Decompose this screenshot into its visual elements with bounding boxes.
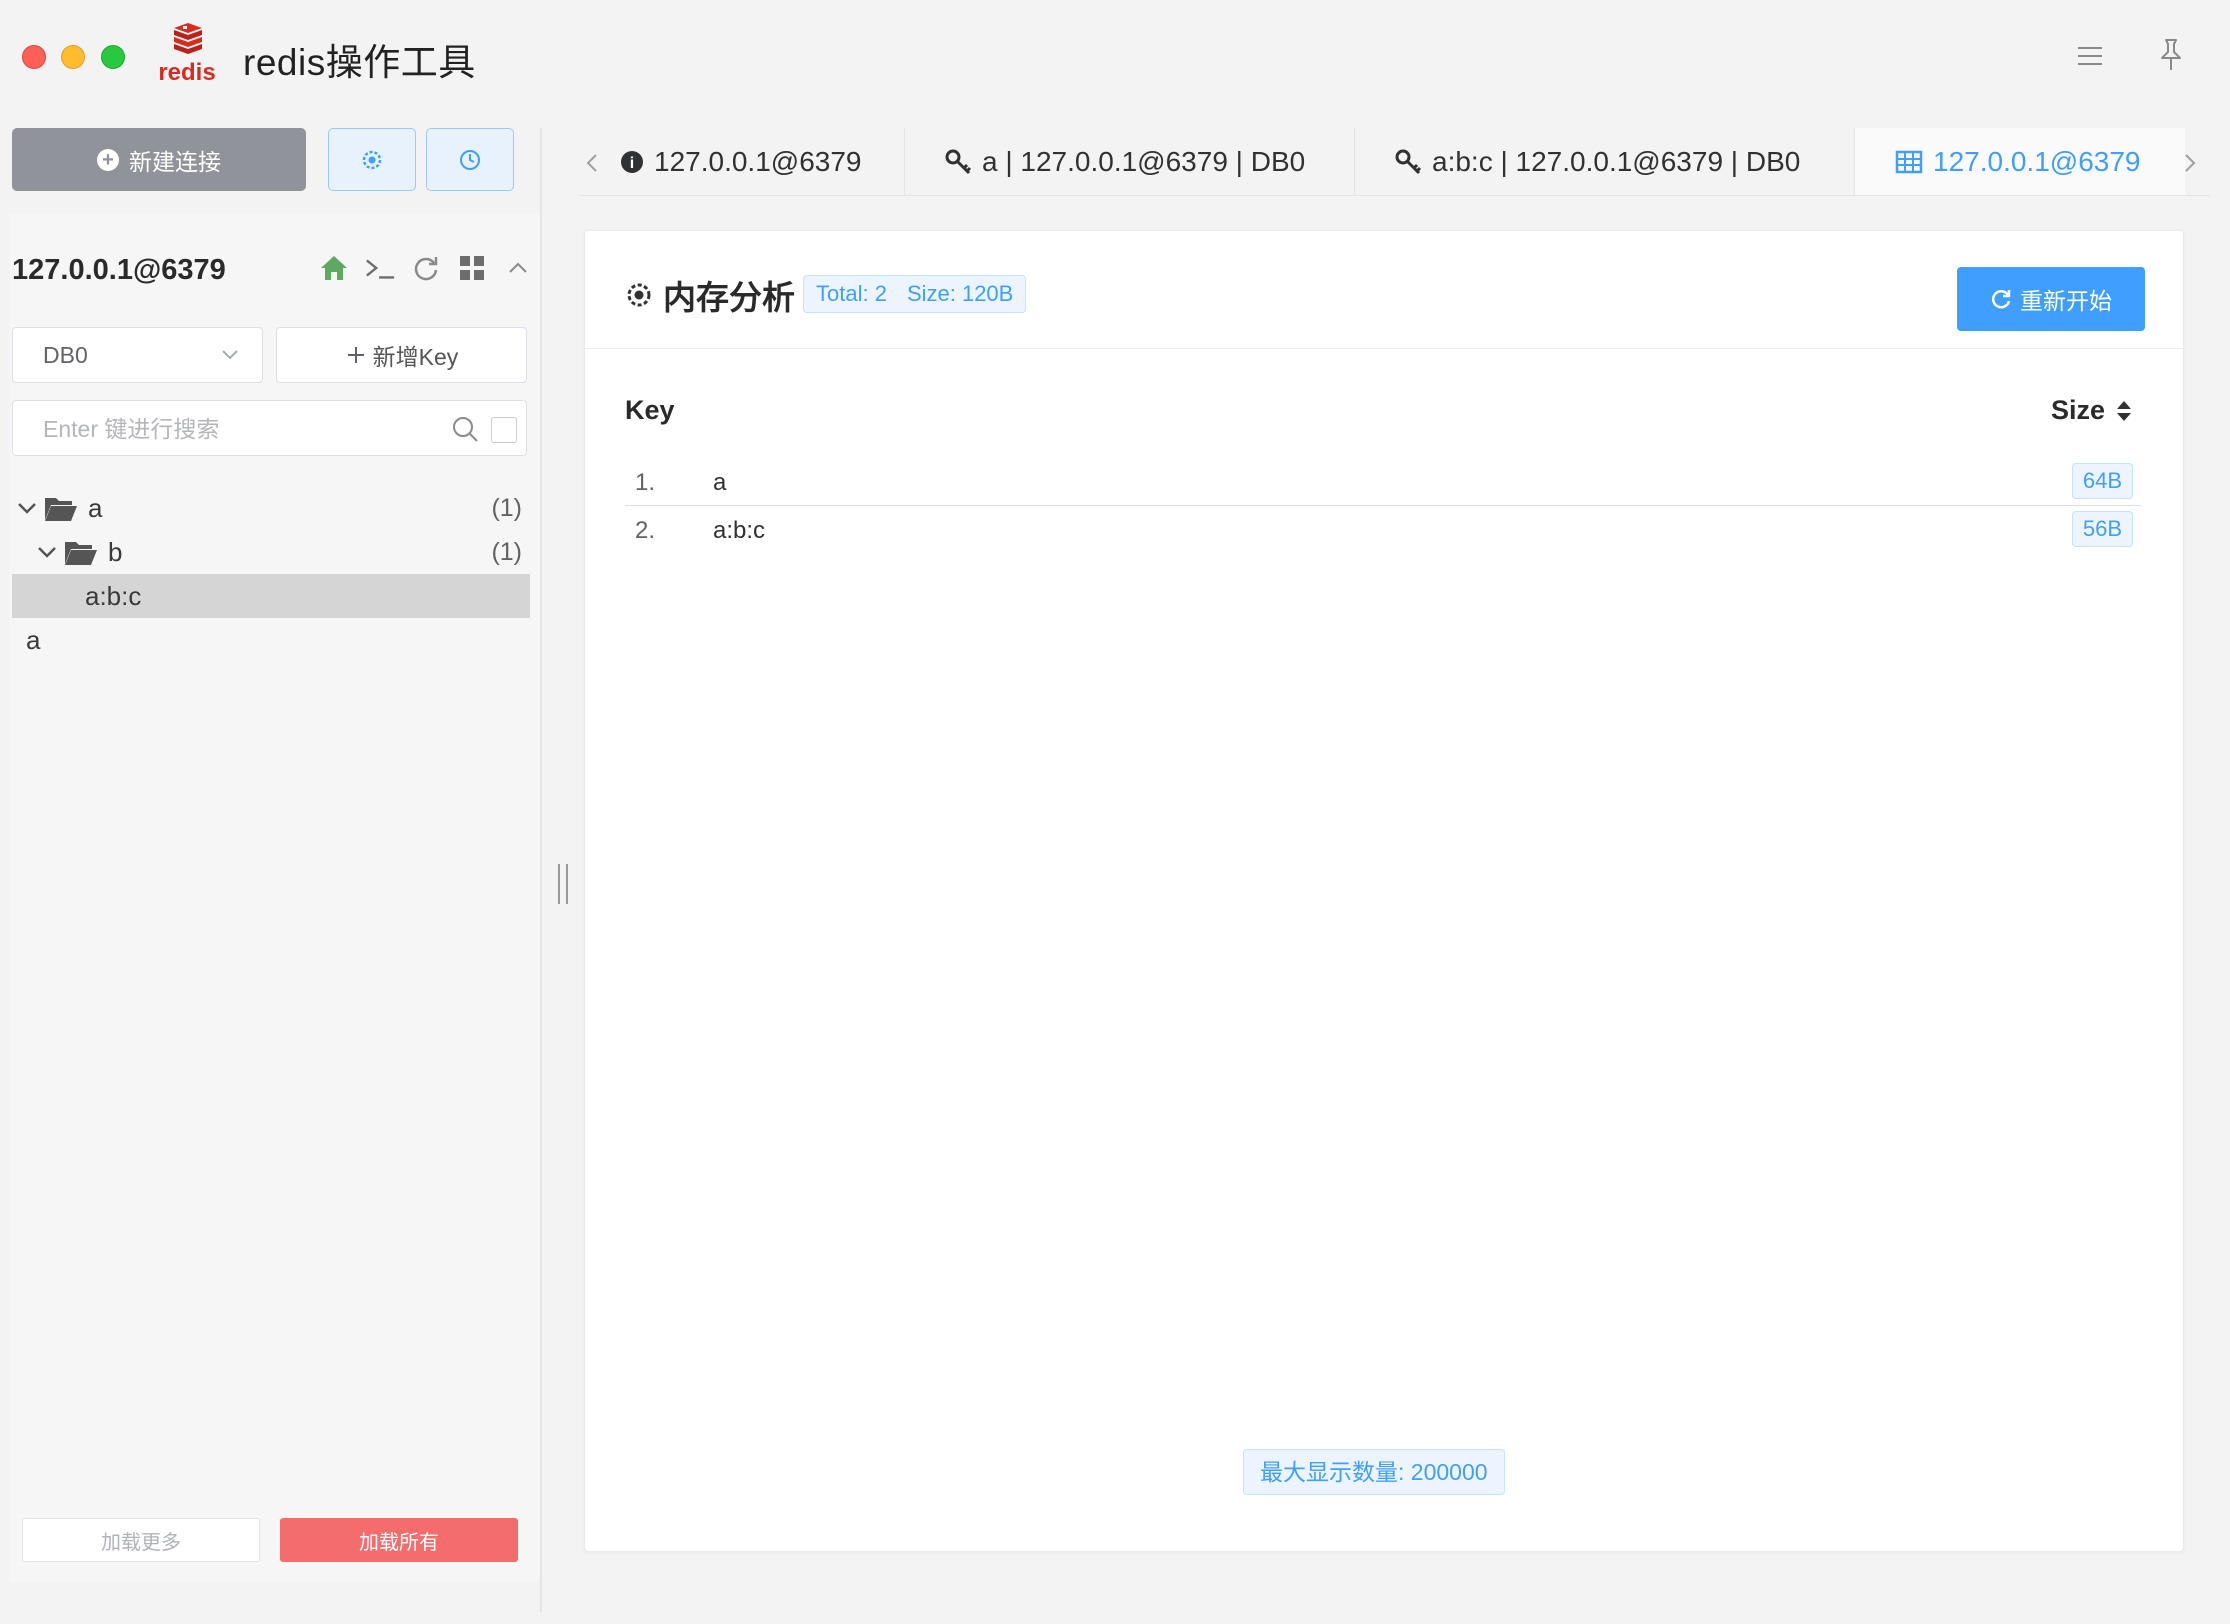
db-select-value: DB0 [43,342,88,368]
new-connection-label: 新建连接 [129,148,221,175]
app-title: redis操作工具 [243,42,476,83]
sort-icon[interactable] [2115,399,2133,423]
tab-label: 127.0.0.1@6379 [1933,146,2141,177]
load-all-button[interactable]: 加载所有 [280,1518,518,1562]
hamburger-menu-icon[interactable] [2074,40,2106,72]
card-header: 内存分析 Total: 2 Size: 120B 重新开始 [585,231,2185,349]
chevron-up-icon[interactable] [502,252,534,284]
connection-name[interactable]: 127.0.0.1@6379 [12,254,226,287]
minimize-window-button[interactable] [61,45,85,69]
table-row[interactable]: 2. a:b:c 56B [625,507,2141,553]
refresh-icon [1991,290,2011,309]
row-index: 1. [635,469,656,496]
add-key-button[interactable]: 新增Key [276,327,527,383]
column-header-size[interactable]: Size [2051,395,2133,426]
folder-open-icon [65,542,97,565]
table-icon [1895,150,1923,174]
row-key: a [713,469,727,496]
tab-label: a | 127.0.0.1@6379 | DB0 [982,146,1306,177]
tab-divider [904,128,905,195]
connection-toolbar [318,252,534,284]
maximize-window-button[interactable] [101,45,125,69]
card-title-text: 内存分析 [663,279,795,316]
clock-icon [460,149,480,170]
gear-icon [362,150,382,169]
tree-item-count: (1) [491,493,522,522]
tab-bar: i 127.0.0.1@6379 a | 127.0.0.1@6379 | DB… [580,128,2210,196]
close-window-button[interactable] [22,45,46,69]
info-icon: i [621,151,643,173]
chevron-down-icon[interactable] [16,497,38,519]
pin-icon[interactable] [2154,36,2188,74]
gear-icon [627,283,651,307]
row-size-tag: 64B [2071,463,2133,499]
grid-icon[interactable] [456,252,488,284]
refresh-icon[interactable] [410,252,442,284]
tab-connection-info[interactable]: i 127.0.0.1@6379 [620,128,862,195]
sidebar-divider [540,128,542,1612]
key-icon [945,149,972,175]
tab-key-a-b-c[interactable]: a:b:c | 127.0.0.1@6379 | DB0 [1394,128,1801,195]
key-search-box [12,400,527,456]
stats-tag: Total: 2 Size: 120B [803,275,1027,313]
tab-key-a[interactable]: a | 127.0.0.1@6379 | DB0 [944,128,1306,195]
total-count: Total: 2 [816,281,887,306]
chevron-down-icon[interactable] [36,541,58,563]
svg-text:i: i [630,155,634,172]
plus-icon [347,347,364,363]
tree-item-label: a:b:c [85,580,142,611]
column-header-size-label: Size [2051,395,2106,425]
terminal-icon[interactable] [364,252,396,284]
tree-item-label: a [88,492,103,523]
key-icon [1395,149,1422,175]
search-icon[interactable] [449,413,481,445]
redis-logo-text: redis [158,59,215,86]
tree-folder-b[interactable]: b (1) [12,530,530,574]
table-row[interactable]: 1. a 64B [625,459,2141,505]
tree-item-label: a [26,624,41,655]
row-size-tag: 56B [2071,511,2133,547]
folder-open-icon [45,498,77,521]
home-icon[interactable] [318,252,350,284]
tab-label: 127.0.0.1@6379 [654,146,862,177]
tab-divider [1354,128,1355,195]
key-search-input[interactable] [43,413,433,445]
tree-item-count: (1) [491,537,522,566]
tree-folder-a[interactable]: a (1) [12,486,530,530]
history-button[interactable] [426,128,514,191]
new-connection-button[interactable]: + 新建连接 [12,128,306,191]
row-divider [625,505,2141,506]
plus-circle-icon: + [97,148,119,171]
settings-button[interactable] [328,128,416,191]
tree-key-a[interactable]: a [12,618,530,662]
memory-analysis-title: 内存分析 [625,271,795,319]
tree-key-a-b-c[interactable]: a:b:c [12,574,530,618]
tab-memory-analysis[interactable]: 127.0.0.1@6379 [1855,128,2185,195]
resize-handle[interactable] [558,864,568,904]
column-header-key: Key [625,395,675,425]
db-select[interactable]: DB0 [12,327,263,383]
row-key: a:b:c [713,517,766,544]
tree-item-label: b [108,536,123,567]
add-key-label: 新增Key [372,344,459,370]
tab-label: a:b:c | 127.0.0.1@6379 | DB0 [1432,146,1801,177]
max-display-tag: 最大显示数量: 200000 [1243,1449,1505,1495]
row-index: 2. [635,517,656,544]
search-exact-checkbox[interactable] [491,417,517,443]
chevron-down-icon [222,350,238,360]
load-more-button[interactable]: 加载更多 [22,1518,260,1562]
total-size: Size: 120B [906,281,1014,306]
redis-logo: redis [152,22,222,92]
restart-button[interactable]: 重新开始 [1957,267,2145,331]
app-window: redis redis操作工具 + 新建连接 127.0.0.1@6379 DB… [0,0,2230,1624]
memory-analysis-card: 内存分析 Total: 2 Size: 120B 重新开始 Key Size 1… [584,230,2185,1552]
restart-label: 重新开始 [2020,288,2112,314]
title-bar: redis redis操作工具 [0,0,2230,116]
